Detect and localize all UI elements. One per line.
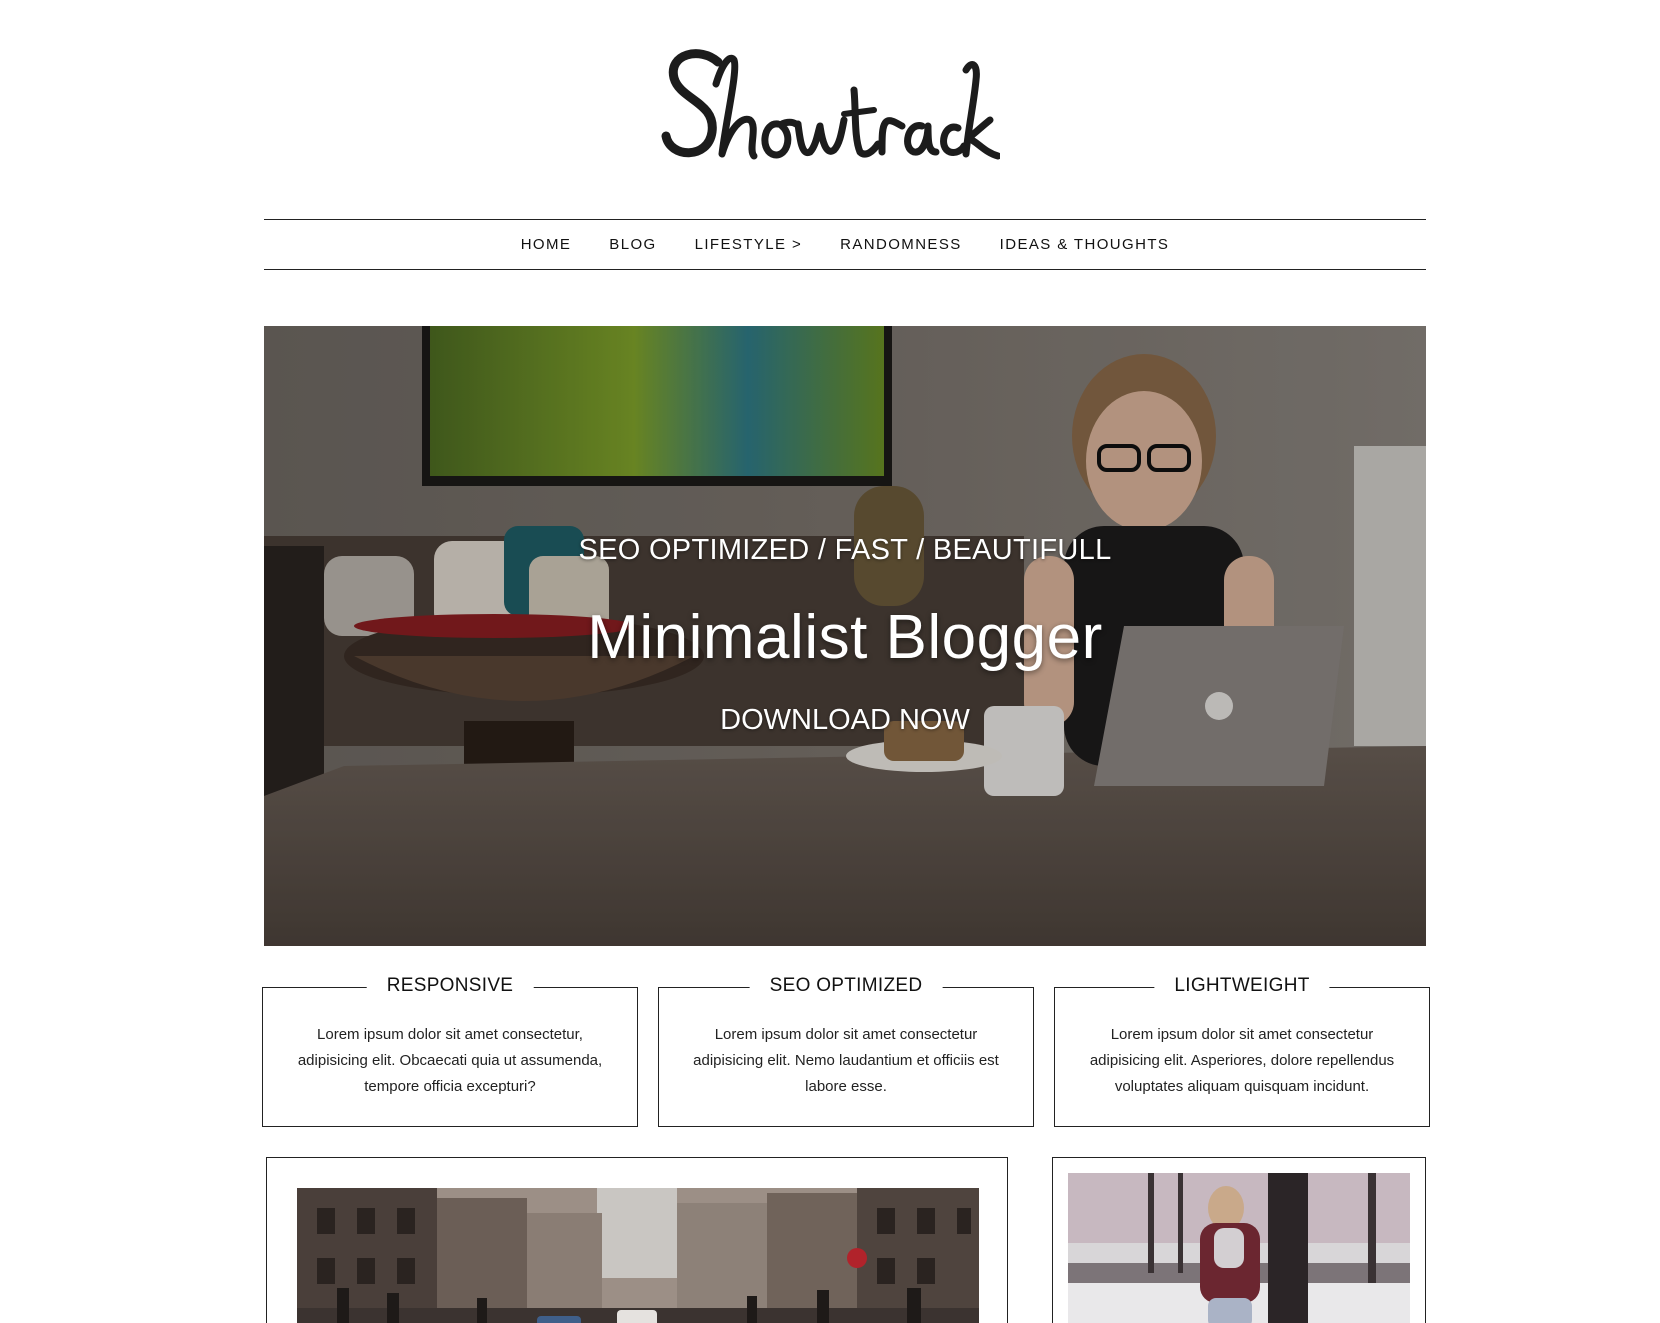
feature-text: Lorem ipsum dolor sit amet consectetur, …	[297, 1026, 603, 1095]
main-navigation: HOME BLOG LIFESTYLE > RANDOMNESS IDEAS &…	[264, 219, 1426, 270]
nav-item-randomness[interactable]: RANDOMNESS	[840, 236, 962, 253]
hero-banner: SEO OPTIMIZED / FAST / BEAUTIFULL Minima…	[264, 326, 1426, 946]
nav-item-lifestyle[interactable]: LIFESTYLE >	[695, 236, 803, 253]
hero-text-overlay: SEO OPTIMIZED / FAST / BEAUTIFULL Minima…	[264, 326, 1426, 946]
post-card-side[interactable]	[1052, 1157, 1426, 1323]
site-logo[interactable]	[0, 30, 1660, 180]
hero-title: Minimalist Blogger	[587, 603, 1103, 672]
feature-title: SEO OPTIMIZED	[749, 975, 943, 997]
feature-title: RESPONSIVE	[366, 975, 534, 997]
nav-item-ideas-thoughts[interactable]: IDEAS & THOUGHTS	[1000, 236, 1170, 253]
city-street-photo	[297, 1188, 979, 1323]
download-now-button[interactable]: DOWNLOAD NOW	[720, 704, 970, 737]
feature-text: Lorem ipsum dolor sit amet consectetur a…	[1089, 1026, 1395, 1095]
nav-item-blog[interactable]: BLOG	[609, 236, 656, 253]
feature-box-seo-optimized: SEO OPTIMIZED Lorem ipsum dolor sit amet…	[658, 975, 1034, 1127]
feature-box-lightweight: LIGHTWEIGHT Lorem ipsum dolor sit amet c…	[1054, 975, 1430, 1127]
logo-script-graphic	[661, 49, 1000, 160]
hero-subtitle: SEO OPTIMIZED / FAST / BEAUTIFULL	[578, 534, 1112, 566]
post-card-featured[interactable]	[266, 1157, 1008, 1323]
woman-in-snow-photo	[1068, 1173, 1410, 1323]
feature-box-responsive: RESPONSIVE Lorem ipsum dolor sit amet co…	[262, 975, 638, 1127]
nav-item-home[interactable]: HOME	[521, 236, 572, 253]
feature-title: LIGHTWEIGHT	[1154, 975, 1330, 997]
post-thumbnail-city-street[interactable]	[297, 1188, 979, 1323]
post-thumbnail-woman-snow[interactable]	[1068, 1173, 1410, 1323]
page: HOME BLOG LIFESTYLE > RANDOMNESS IDEAS &…	[0, 0, 1660, 1323]
feature-text: Lorem ipsum dolor sit amet consectetur a…	[693, 1026, 999, 1095]
